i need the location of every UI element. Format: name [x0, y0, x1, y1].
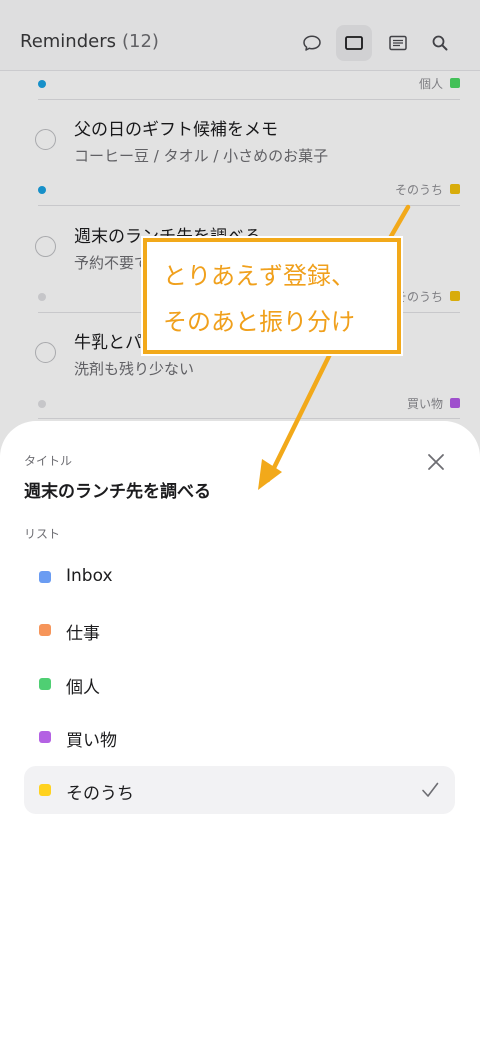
list-option-label: そのうち — [66, 784, 134, 804]
annotation-line-1: とりあえず登録、 — [163, 262, 355, 290]
annotation-callout: とりあえず登録、 そのあと振り分け — [143, 238, 401, 354]
list-option-personal[interactable]: 個人 — [24, 660, 455, 708]
list-option-inbox[interactable]: Inbox — [24, 553, 455, 601]
title-label: タイトル — [24, 454, 73, 468]
list-option-shopping[interactable]: 買い物 — [24, 713, 455, 761]
list-option-label: 買い物 — [66, 731, 117, 751]
list-color-swatch — [39, 571, 51, 583]
list-color-swatch — [39, 731, 51, 743]
list-option-work[interactable]: 仕事 — [24, 606, 455, 654]
list-option-label: Inbox — [66, 566, 113, 586]
list-option-someday[interactable]: そのうち — [24, 766, 455, 814]
list-option-label: 仕事 — [66, 624, 100, 644]
list-label: リスト — [24, 527, 61, 541]
close-icon — [428, 454, 444, 470]
move-to-list-sheet: タイトル 週末のランチ先を調べる リスト Inbox 仕事 個人 買い物 そのう… — [0, 421, 480, 1039]
close-button[interactable] — [421, 447, 451, 477]
task-title: 週末のランチ先を調べる — [24, 482, 211, 502]
annotation-line-2: そのあと振り分け — [163, 308, 355, 336]
list-color-swatch — [39, 678, 51, 690]
checkmark-icon — [422, 782, 439, 797]
list-color-swatch — [39, 784, 51, 796]
list-option-label: 個人 — [66, 678, 100, 698]
list-color-swatch — [39, 624, 51, 636]
